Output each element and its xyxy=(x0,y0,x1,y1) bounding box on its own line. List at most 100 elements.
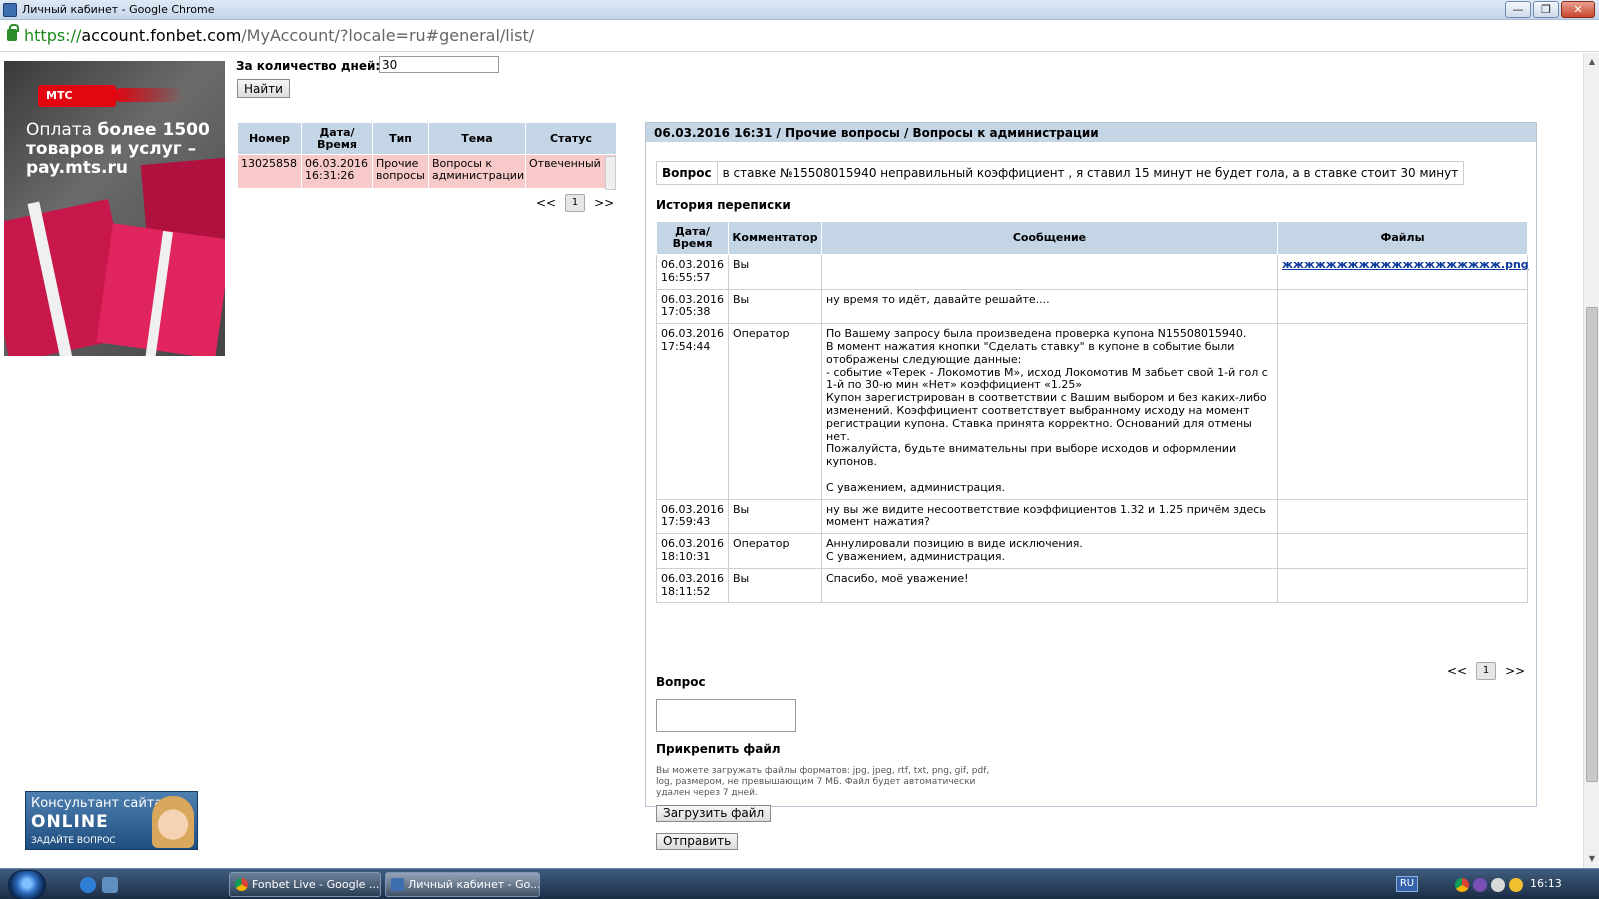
question-box: Вопрос в ставке №15508015940 неправильны… xyxy=(656,161,1465,185)
col-header-datetime[interactable]: Дата/ Время xyxy=(301,122,373,155)
task-label: Fonbet Live - Google ... xyxy=(252,878,380,891)
cell-type: Прочие вопросы xyxy=(372,154,429,189)
start-button[interactable] xyxy=(8,870,46,899)
table-row: 06.03.2016 17:05:38 Вы ну время то идёт, д… xyxy=(656,288,1528,325)
page-scrollbar[interactable]: ▲ ▼ xyxy=(1583,53,1599,868)
ad-text-prefix: Оплата xyxy=(26,120,98,140)
cell-commentator: Оператор xyxy=(728,533,822,569)
show-desktop-icon[interactable] xyxy=(102,877,118,893)
col-header-type[interactable]: Тип xyxy=(372,122,429,155)
consultant-title: Консультант сайта xyxy=(31,796,163,811)
page-viewport: МТС Оплата более 1500 товаров и услуг – … xyxy=(0,53,1583,868)
col-header-datetime: Дата/ Время xyxy=(656,221,729,255)
cell-commentator: Вы xyxy=(728,567,822,604)
history-table: Дата/ Время Комментатор Сообщение Файлы … xyxy=(656,221,1529,604)
pager-next[interactable]: >> xyxy=(594,196,614,210)
consultant-avatar xyxy=(152,796,194,848)
cell-message xyxy=(821,254,1278,290)
cell-datetime: 06.03.2016 17:59:43 xyxy=(656,498,729,535)
window-titlebar: Личный кабинет - Google Chrome — ❐ ✕ xyxy=(0,0,1599,20)
chrome-icon xyxy=(235,878,248,891)
upload-file-button[interactable]: Загрузить файл xyxy=(656,805,772,822)
cell-datetime: 06.03.2016 18:11:52 xyxy=(656,567,729,604)
mts-ad-banner[interactable]: МТС Оплата более 1500 товаров и услуг – … xyxy=(4,61,225,356)
send-button[interactable]: Отправить xyxy=(656,833,739,850)
cell-commentator: Вы xyxy=(728,498,822,535)
table-row: 06.03.2016 17:59:43 Вы ну вы же видите нес… xyxy=(656,498,1528,535)
list-scrollbar[interactable] xyxy=(605,156,616,190)
mts-logo: МТС xyxy=(38,85,184,107)
list-pager: << 1 >> xyxy=(536,194,614,212)
cell-datetime: 06.03.2016 17:05:38 xyxy=(656,288,729,325)
table-row: 06.03.2016 18:10:31 Оператор Аннулировали … xyxy=(656,533,1528,569)
window-title: Личный кабинет - Google Chrome xyxy=(22,3,215,16)
col-header-files: Файлы xyxy=(1277,221,1528,255)
pager-page[interactable]: 1 xyxy=(565,194,586,212)
minimize-button[interactable]: — xyxy=(1505,1,1531,18)
cell-datetime: 06.03.2016 17:54:44 xyxy=(656,323,729,500)
cell-datetime: 06.03.2016 18:10:31 xyxy=(656,533,729,569)
table-row: 06.03.2016 17:54:44 Оператор По Вашему зап… xyxy=(656,323,1528,500)
pager-next[interactable]: >> xyxy=(1505,664,1525,678)
table-row: 06.03.2016 18:11:52 Вы Спасибо, моё уважен… xyxy=(656,567,1528,604)
col-header-commentator: Комментатор xyxy=(728,221,822,255)
cell-files xyxy=(1277,498,1528,535)
table-row[interactable]: 13025858 06.03.2016 16:31:26 Прочие вопр… xyxy=(237,154,617,189)
cell-files: жжжжжжжжжжжжжжжжжжжж.png xyxy=(1277,254,1529,290)
restore-button[interactable]: ❐ xyxy=(1533,1,1559,18)
cell-files xyxy=(1277,567,1528,604)
cell-commentator: Оператор xyxy=(728,323,822,500)
volume-icon[interactable] xyxy=(1491,878,1505,892)
taskbar-item-account[interactable]: Личный кабинет - Go... xyxy=(385,872,540,897)
url-host: account.fonbet.com xyxy=(81,26,242,45)
scroll-down-icon[interactable]: ▼ xyxy=(1584,852,1599,866)
windows-taskbar: Fonbet Live - Google ... Личный кабинет … xyxy=(0,868,1599,899)
url-scheme: https:// xyxy=(24,26,82,45)
pager-prev[interactable]: << xyxy=(536,196,556,210)
close-window-button[interactable]: ✕ xyxy=(1561,1,1595,18)
question-label: Вопрос xyxy=(656,161,718,185)
file-link[interactable]: жжжжжжжжжжжжжжжжжжжж.png xyxy=(1282,258,1529,271)
cell-message: Аннулировали позицию в виде исключения. … xyxy=(821,533,1278,569)
detail-header: 06.03.2016 16:31 / Прочие вопросы / Вопр… xyxy=(646,123,1536,142)
cell-datetime: 06.03.2016 16:55:57 xyxy=(656,254,729,290)
cell-files xyxy=(1277,533,1528,569)
table-header-row: Номер Дата/ Время Тип Тема Статус xyxy=(237,122,617,155)
cell-commentator: Вы xyxy=(728,254,822,290)
col-header-status[interactable]: Статус xyxy=(525,122,617,155)
chrome-tray-icon[interactable] xyxy=(1455,878,1469,892)
url-text[interactable]: https://account.fonbet.com/MyAccount/?lo… xyxy=(24,26,534,45)
taskbar-item-fonbet-live[interactable]: Fonbet Live - Google ... xyxy=(229,872,381,897)
cell-topic: Вопросы к администрации xyxy=(428,154,526,189)
language-indicator[interactable]: RU xyxy=(1396,876,1418,892)
new-question-input[interactable] xyxy=(656,699,796,732)
cell-status: Отвеченный xyxy=(525,154,617,189)
pager-prev[interactable]: << xyxy=(1447,664,1467,678)
pager-page[interactable]: 1 xyxy=(1476,662,1497,680)
question-text: в ставке №15508015940 неправильный коэфф… xyxy=(716,161,1465,185)
attach-file-label: Прикрепить файл xyxy=(656,742,781,756)
col-header-number[interactable]: Номер xyxy=(237,122,302,155)
requests-table: Номер Дата/ Время Тип Тема Статус 130258… xyxy=(237,122,617,189)
clock[interactable]: 16:13 xyxy=(1530,877,1562,890)
cell-number: 13025858 xyxy=(237,154,302,189)
request-detail-panel: 06.03.2016 16:31 / Прочие вопросы / Вопр… xyxy=(645,122,1537,850)
ie-icon[interactable] xyxy=(80,877,96,893)
tray-app-icon[interactable] xyxy=(1473,878,1487,892)
online-consultant-widget[interactable]: Консультант сайта ONLINE ЗАДАЙТЕ ВОПРОС xyxy=(25,791,198,850)
find-button[interactable]: Найти xyxy=(237,79,290,98)
history-title: История переписки xyxy=(656,198,791,212)
attach-file-hint: Вы можете загружать файлы форматов: jpg,… xyxy=(656,766,990,798)
new-question-label: Вопрос xyxy=(656,675,706,689)
address-bar[interactable]: https://account.fonbet.com/MyAccount/?lo… xyxy=(0,20,1599,52)
cell-files xyxy=(1277,288,1528,325)
ad-text: Оплата более 1500 товаров и услуг – pay.… xyxy=(26,121,216,178)
tray-app-icon[interactable] xyxy=(1509,878,1523,892)
scroll-thumb[interactable] xyxy=(1586,307,1598,782)
url-path: /MyAccount/?locale=ru#general/list/ xyxy=(241,26,535,45)
app-icon xyxy=(3,3,17,17)
col-header-topic[interactable]: Тема xyxy=(428,122,526,155)
scroll-up-icon[interactable]: ▲ xyxy=(1584,55,1599,69)
cell-commentator: Вы xyxy=(728,288,822,325)
days-input[interactable] xyxy=(379,56,499,73)
